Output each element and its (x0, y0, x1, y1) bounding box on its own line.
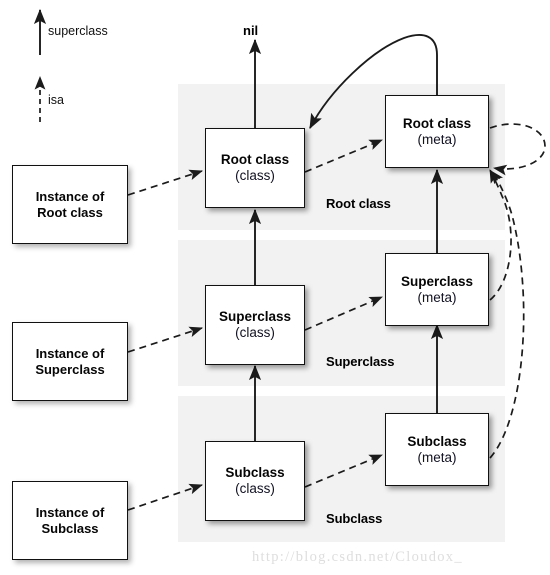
node-instance-superclass[interactable]: Instance of Superclass (12, 322, 128, 401)
watermark-text: http://blog.csdn.net/Cloudox_ (252, 549, 463, 565)
node-instance-root-class[interactable]: Instance of Root class (12, 165, 128, 244)
band-label-subclass: Subclass (326, 511, 383, 526)
node-instance-super-line2: Superclass (35, 361, 105, 377)
node-root-meta-line2: (meta) (417, 131, 457, 147)
node-instance-sub-line2: Subclass (41, 520, 99, 536)
node-instance-root-line2: Root class (37, 204, 103, 220)
edge-submeta-isa-rootmeta (489, 170, 525, 459)
legend-isa-label: isa (48, 93, 64, 107)
node-root-class-line1: Root class (220, 152, 290, 168)
edge-instancesub-isa-subclass (127, 483, 203, 511)
node-super-meta[interactable]: Superclass (meta) (385, 253, 489, 326)
edge-rootmeta-isa-self (489, 123, 546, 176)
edge-supermeta-isa-rootmeta (489, 169, 512, 301)
edge-rootclass-isa-rootmeta (304, 139, 383, 173)
band-label-superclass: Superclass (326, 354, 395, 369)
band-label-root-class: Root class (326, 196, 391, 211)
node-root-meta[interactable]: Root class (meta) (385, 95, 489, 168)
node-root-class-line2: (class) (235, 168, 275, 183)
node-super-meta-line1: Superclass (400, 273, 474, 289)
node-sub-class-line2: (class) (235, 481, 275, 496)
node-root-class[interactable]: Root class (class) (205, 128, 305, 208)
node-super-meta-line2: (meta) (417, 289, 457, 305)
node-root-meta-line1: Root class (402, 115, 472, 131)
node-instance-root-line1: Instance of (35, 189, 105, 205)
node-sub-meta-line2: (meta) (417, 449, 457, 465)
node-sub-meta-line1: Subclass (407, 433, 467, 449)
edge-superclass-isa-supermeta (304, 296, 383, 331)
legend-superclass-label: superclass (48, 24, 108, 38)
node-sub-class[interactable]: Subclass (class) (205, 441, 305, 521)
node-super-class-line1: Superclass (218, 309, 292, 325)
node-instance-super-line1: Instance of (35, 346, 105, 362)
node-sub-class-line1: Subclass (225, 465, 285, 481)
node-instance-sub-line1: Instance of (35, 505, 105, 521)
diagram-canvas: superclass isa nil Root class Superclass… (0, 0, 550, 575)
nil-label: nil (243, 23, 259, 38)
node-sub-meta[interactable]: Subclass (meta) (385, 413, 489, 486)
edge-instanceroot-isa-rootclass (127, 169, 203, 196)
node-instance-subclass[interactable]: Instance of Subclass (12, 481, 128, 560)
edge-subclass-isa-submeta (304, 454, 383, 488)
node-super-class-line2: (class) (235, 325, 275, 340)
node-super-class[interactable]: Superclass (class) (205, 285, 305, 365)
edge-instancesuper-isa-superclass (127, 326, 203, 353)
